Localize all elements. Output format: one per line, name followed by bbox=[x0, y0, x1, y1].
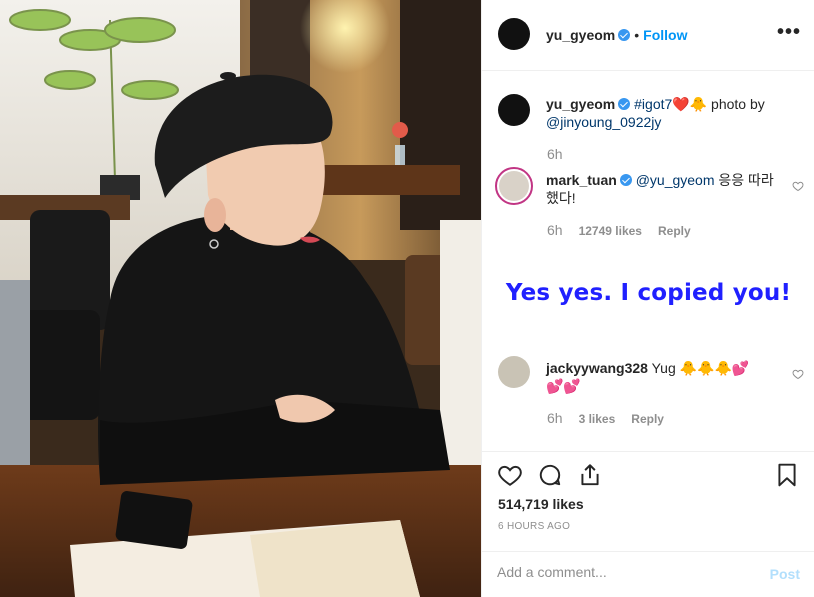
comment-text: mark_tuan @yu_gyeom 응응 따라 했다! bbox=[546, 171, 786, 207]
comment-like-heart-icon[interactable] bbox=[792, 368, 804, 380]
comment-reply-button[interactable]: Reply bbox=[658, 224, 691, 238]
post-header: yu_gyeom • Follow ••• bbox=[482, 0, 814, 71]
post-photo[interactable] bbox=[0, 0, 481, 597]
commenter-avatar[interactable] bbox=[495, 167, 533, 205]
author-line: yu_gyeom • Follow bbox=[546, 27, 687, 43]
post-timestamp[interactable]: 6 HOURS AGO bbox=[498, 521, 570, 532]
comment-username[interactable]: mark_tuan bbox=[546, 172, 617, 188]
caption-username[interactable]: yu_gyeom bbox=[546, 96, 615, 112]
commenter-avatar[interactable] bbox=[498, 356, 530, 388]
comment-username[interactable]: jackyywang328 bbox=[546, 360, 648, 376]
verified-badge-icon bbox=[618, 29, 631, 41]
comment-time[interactable]: 6h bbox=[547, 410, 563, 426]
likes-count[interactable]: 514,719 likes bbox=[498, 496, 584, 512]
comment-icon[interactable] bbox=[537, 462, 563, 488]
comment-body-line2: 💕💕 bbox=[546, 378, 581, 394]
comment-meta: 6h 12749 likes Reply bbox=[547, 222, 707, 238]
more-options-icon[interactable]: ••• bbox=[777, 22, 801, 42]
caption-author-avatar[interactable] bbox=[498, 94, 530, 126]
add-comment-bar: Post bbox=[482, 551, 814, 597]
post-sidebar: yu_gyeom • Follow ••• yu_gyeom #igot7❤️🐥 p… bbox=[481, 0, 814, 597]
post-photo-illustration bbox=[0, 0, 481, 597]
post-actions: 514,719 likes 6 HOURS AGO Post bbox=[482, 451, 814, 597]
author-avatar[interactable] bbox=[498, 18, 530, 50]
caption-text: yu_gyeom #igot7❤️🐥 photo by @jinyoung_09… bbox=[546, 95, 796, 131]
add-comment-input[interactable] bbox=[497, 564, 747, 580]
comment-time[interactable]: 6h bbox=[547, 222, 563, 238]
comment-body-line2: 했다! bbox=[546, 190, 576, 206]
verified-badge-icon bbox=[619, 174, 632, 186]
caption-hashtag-link[interactable]: #igot7 bbox=[634, 96, 672, 112]
verified-badge-icon bbox=[618, 98, 631, 110]
comment-body: 응응 따라 bbox=[714, 172, 774, 188]
translation-overlay-text: Yes yes. I copied you! bbox=[505, 280, 792, 306]
caption-body: photo by bbox=[707, 96, 765, 112]
follow-button[interactable]: Follow bbox=[643, 27, 687, 43]
comment-likes-count[interactable]: 3 likes bbox=[579, 412, 616, 426]
comment-body: Yug 🐥🐥🐥💕 bbox=[647, 360, 750, 376]
heart-icon[interactable] bbox=[497, 462, 523, 488]
comment-reply-button[interactable]: Reply bbox=[631, 412, 664, 426]
comment-like-heart-icon[interactable] bbox=[792, 180, 804, 192]
comment-meta: 6h 3 likes Reply bbox=[547, 410, 680, 426]
bookmark-icon[interactable] bbox=[774, 462, 800, 488]
caption-mention-link[interactable]: @jinyoung_0922jy bbox=[546, 114, 661, 130]
post-comment-button[interactable]: Post bbox=[770, 566, 800, 582]
comment-likes-count[interactable]: 12749 likes bbox=[579, 224, 642, 238]
author-username[interactable]: yu_gyeom bbox=[546, 27, 615, 43]
caption-time[interactable]: 6h bbox=[547, 146, 563, 162]
caption-emoji: ❤️🐥 bbox=[672, 96, 708, 112]
share-icon[interactable] bbox=[577, 462, 603, 488]
comment-text: jackyywang328 Yug 🐥🐥🐥💕 💕💕 bbox=[546, 359, 786, 395]
comment-mention-link[interactable]: @yu_gyeom bbox=[636, 172, 715, 188]
header-separator: • bbox=[634, 27, 640, 43]
